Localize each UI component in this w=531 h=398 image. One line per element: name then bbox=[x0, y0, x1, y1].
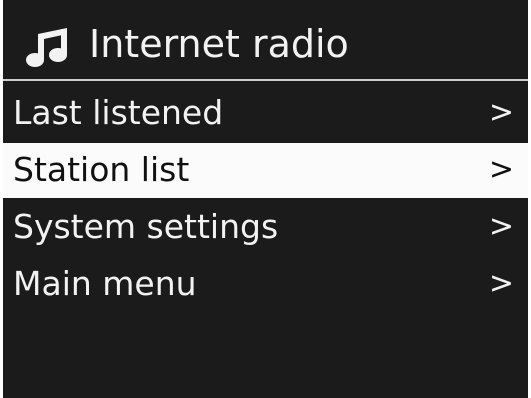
menu-item-station-list[interactable]: Station list > bbox=[3, 143, 528, 198]
menu-item-system-settings[interactable]: System settings > bbox=[3, 200, 528, 255]
chevron-right-icon: > bbox=[488, 209, 514, 244]
chevron-right-icon: > bbox=[488, 95, 514, 130]
screen-header: Internet radio bbox=[3, 0, 528, 81]
menu-item-label: Main menu bbox=[13, 264, 197, 303]
menu-item-label: Station list bbox=[13, 150, 190, 189]
menu-item-label: Last listened bbox=[13, 93, 224, 132]
menu-item-main-menu[interactable]: Main menu > bbox=[3, 257, 528, 312]
menu-item-label: System settings bbox=[13, 207, 279, 246]
page-title: Internet radio bbox=[89, 22, 349, 66]
menu-item-last-listened[interactable]: Last listened > bbox=[3, 86, 528, 141]
chevron-right-icon: > bbox=[488, 152, 514, 187]
main-menu-list: Last listened > Station list > System se… bbox=[3, 86, 528, 314]
music-note-icon bbox=[26, 28, 67, 67]
radio-display: Internet radio Last listened > Station l… bbox=[3, 0, 528, 398]
chevron-right-icon: > bbox=[488, 266, 514, 301]
